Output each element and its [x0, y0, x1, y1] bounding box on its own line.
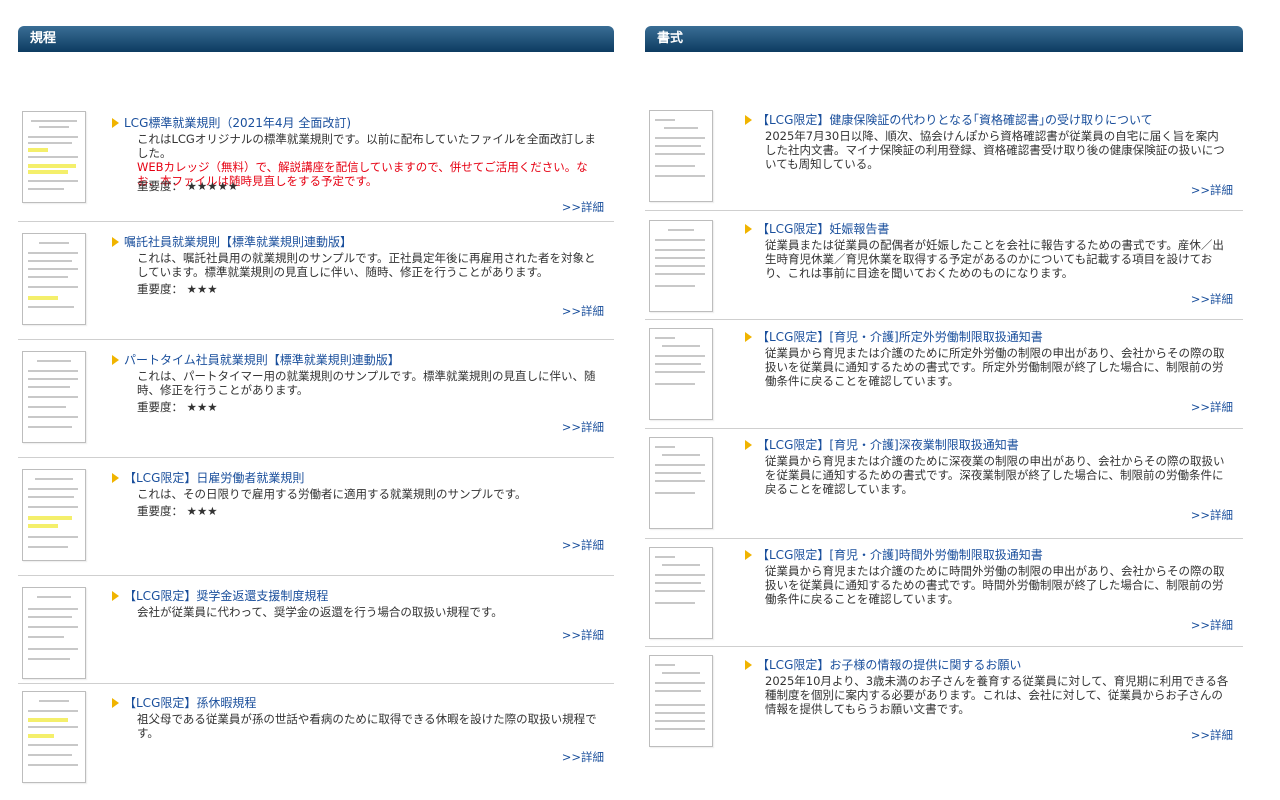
- entry-title: 嘱託社員就業規則【標準就業規則連動版】: [112, 233, 352, 250]
- star-rating-icon: ★★★: [186, 282, 218, 296]
- forms-header: 書式: [645, 26, 1243, 52]
- arrow-bullet-icon: [745, 550, 752, 560]
- list-item: 【LCG限定】妊娠報告書 従業員または従業員の配偶者が妊娠したことを会社に報告す…: [645, 211, 1243, 320]
- detail-link[interactable]: >>詳細: [562, 419, 604, 435]
- detail-link[interactable]: >>詳細: [1191, 399, 1233, 415]
- list-item: 【LCG限定】[育児・介護]時間外労働制限取扱通知書 従業員から育児または介護の…: [645, 539, 1243, 647]
- document-thumbnail[interactable]: [649, 437, 713, 529]
- arrow-bullet-icon: [745, 660, 752, 670]
- detail-link[interactable]: >>詳細: [562, 303, 604, 319]
- arrow-bullet-icon: [112, 118, 119, 128]
- entry-title-link[interactable]: 【LCG限定】[育児・介護]時間外労働制限取扱通知書: [757, 548, 1043, 562]
- entry-title-link[interactable]: 【LCG限定】奨学金返還支援制度規程: [124, 589, 328, 603]
- document-thumbnail[interactable]: [649, 220, 713, 312]
- entry-description: 祖父母である従業員が孫の世話や看病のために取得できる休暇を設けた際の取扱い規程で…: [137, 712, 597, 740]
- document-thumbnail[interactable]: [22, 233, 86, 325]
- entry-title: 【LCG限定】孫休暇規程: [112, 694, 256, 711]
- entry-description: 従業員から育児または介護のために所定外労働の制限の申出があり、会社からその際の取…: [765, 346, 1225, 388]
- detail-link[interactable]: >>詳細: [1191, 182, 1233, 198]
- arrow-bullet-icon: [112, 698, 119, 708]
- list-item: 【LCG限定】孫休暇規程 祖父母である従業員が孫の世話や看病のために取得できる休…: [18, 684, 614, 784]
- arrow-bullet-icon: [112, 355, 119, 365]
- list-item: LCG標準就業規則（2021年4月 全面改訂) これはLCGオリジナルの標準就業…: [18, 52, 614, 222]
- document-thumbnail[interactable]: [22, 691, 86, 783]
- detail-link[interactable]: >>詳細: [562, 199, 604, 215]
- importance-rating: 重要度： ★★★: [137, 282, 218, 296]
- document-thumbnail[interactable]: [649, 110, 713, 202]
- arrow-bullet-icon: [745, 440, 752, 450]
- entry-title-link[interactable]: LCG標準就業規則（2021年4月 全面改訂): [124, 116, 351, 130]
- entry-description: 従業員から育児または介護のために時間外労働の制限の申出があり、会社からその際の取…: [765, 564, 1225, 606]
- entry-title-link[interactable]: 【LCG限定】妊娠報告書: [757, 222, 889, 236]
- entry-title: 【LCG限定】[育児・介護]深夜業制限取扱通知書: [745, 436, 1019, 453]
- entry-title: 【LCG限定】[育児・介護]時間外労働制限取扱通知書: [745, 546, 1043, 563]
- regulations-header: 規程: [18, 26, 614, 52]
- list-item: 嘱託社員就業規則【標準就業規則連動版】 これは、嘱託社員用の就業規則のサンプルで…: [18, 222, 614, 340]
- entry-title: 【LCG限定】日雇労働者就業規則: [112, 469, 304, 486]
- entry-title: 【LCG限定】奨学金返還支援制度規程: [112, 587, 328, 604]
- document-thumbnail[interactable]: [22, 111, 86, 203]
- list-item: 【LCG限定】健康保険証の代わりとなる｢資格確認書｣の受け取りについて 2025…: [645, 52, 1243, 211]
- entry-title-link[interactable]: 【LCG限定】日雇労働者就業規則: [124, 471, 304, 485]
- detail-link[interactable]: >>詳細: [562, 627, 604, 643]
- entry-description: これは、パートタイマー用の就業規則のサンプルです。標準就業規則の見直しに伴い、随…: [137, 369, 596, 397]
- list-item: 【LCG限定】奨学金返還支援制度規程 会社が従業員に代わって、奨学金の返還を行う…: [18, 576, 614, 684]
- document-thumbnail[interactable]: [649, 547, 713, 639]
- detail-link[interactable]: >>詳細: [1191, 507, 1233, 523]
- star-rating-icon: ★★★: [186, 504, 218, 518]
- document-thumbnail[interactable]: [22, 587, 86, 679]
- detail-link[interactable]: >>詳細: [562, 537, 604, 553]
- entry-title-link[interactable]: 【LCG限定】[育児・介護]所定外労働制限取扱通知書: [757, 330, 1043, 344]
- entry-description: 会社が従業員に代わって、奨学金の返還を行う場合の取扱い規程です。: [137, 605, 503, 619]
- entry-title: 【LCG限定】妊娠報告書: [745, 220, 889, 237]
- entry-title: LCG標準就業規則（2021年4月 全面改訂): [112, 114, 351, 131]
- entry-description: これは、嘱託社員用の就業規則のサンプルです。正社員定年後に再雇用された者を対象と…: [137, 251, 596, 279]
- detail-link[interactable]: >>詳細: [1191, 727, 1233, 743]
- regulations-column: 規程 LCG標準就業規則（2021年4月 全面改訂) これはLCGオリジナルの標…: [18, 26, 614, 784]
- arrow-bullet-icon: [745, 332, 752, 342]
- star-rating-icon: ★★★: [186, 400, 218, 414]
- entry-title: パートタイム社員就業規則【標準就業規則連動版】: [112, 351, 400, 368]
- importance-rating: 重要度： ★★★: [137, 504, 218, 518]
- importance-rating: 重要度： ★★★: [137, 400, 218, 414]
- list-item: 【LCG限定】[育児・介護]所定外労働制限取扱通知書 従業員から育児または介護の…: [645, 320, 1243, 429]
- star-rating-icon: ★★★★★: [186, 179, 239, 193]
- entry-title-link[interactable]: 【LCG限定】健康保険証の代わりとなる｢資格確認書｣の受け取りについて: [757, 113, 1153, 127]
- entry-title-link[interactable]: 【LCG限定】お子様の情報の提供に関するお願い: [757, 658, 1021, 672]
- entry-title-link[interactable]: 嘱託社員就業規則【標準就業規則連動版】: [124, 235, 352, 249]
- list-item: 【LCG限定】お子様の情報の提供に関するお願い 2025年10月より、3歳未満の…: [645, 647, 1243, 757]
- forms-column: 書式 【LCG限定】健康保険証の代わりとなる｢資格確認書｣の受け取りについて 2…: [645, 26, 1243, 757]
- detail-link[interactable]: >>詳細: [1191, 291, 1233, 307]
- entry-title-link[interactable]: 【LCG限定】[育児・介護]深夜業制限取扱通知書: [757, 438, 1019, 452]
- arrow-bullet-icon: [112, 591, 119, 601]
- list-item: 【LCG限定】日雇労働者就業規則 これは、その日限りで雇用する労働者に適用する就…: [18, 458, 614, 576]
- document-thumbnail[interactable]: [22, 351, 86, 443]
- document-thumbnail[interactable]: [649, 328, 713, 420]
- document-thumbnail[interactable]: [649, 655, 713, 747]
- entry-title: 【LCG限定】健康保険証の代わりとなる｢資格確認書｣の受け取りについて: [745, 111, 1153, 128]
- entry-description: 2025年7月30日以降、順次、協会けんぽから資格確認書が従業員の自宅に届く旨を…: [765, 129, 1225, 171]
- arrow-bullet-icon: [112, 237, 119, 247]
- entry-description: 2025年10月より、3歳未満のお子さんを養育する従業員に対して、育児期に利用で…: [765, 674, 1229, 716]
- list-item: 【LCG限定】[育児・介護]深夜業制限取扱通知書 従業員から育児または介護のため…: [645, 429, 1243, 539]
- importance-rating: 重要度： ★★★★★: [137, 179, 239, 193]
- detail-link[interactable]: >>詳細: [1191, 617, 1233, 633]
- entry-description: 従業員から育児または介護のために深夜業の制限の申出があり、会社からその際の取扱い…: [765, 454, 1225, 496]
- arrow-bullet-icon: [112, 473, 119, 483]
- entry-title: 【LCG限定】[育児・介護]所定外労働制限取扱通知書: [745, 328, 1043, 345]
- entry-title: 【LCG限定】お子様の情報の提供に関するお願い: [745, 656, 1021, 673]
- document-thumbnail[interactable]: [22, 469, 86, 561]
- entry-description: 従業員または従業員の配偶者が妊娠したことを会社に報告するための書式です。産休／出…: [765, 238, 1224, 280]
- arrow-bullet-icon: [745, 115, 752, 125]
- list-item: パートタイム社員就業規則【標準就業規則連動版】 これは、パートタイマー用の就業規…: [18, 340, 614, 458]
- entry-title-link[interactable]: パートタイム社員就業規則【標準就業規則連動版】: [124, 353, 400, 367]
- entry-title-link[interactable]: 【LCG限定】孫休暇規程: [124, 696, 256, 710]
- arrow-bullet-icon: [745, 224, 752, 234]
- entry-description: これは、その日限りで雇用する労働者に適用する就業規則のサンプルです。: [137, 487, 527, 501]
- detail-link[interactable]: >>詳細: [562, 749, 604, 765]
